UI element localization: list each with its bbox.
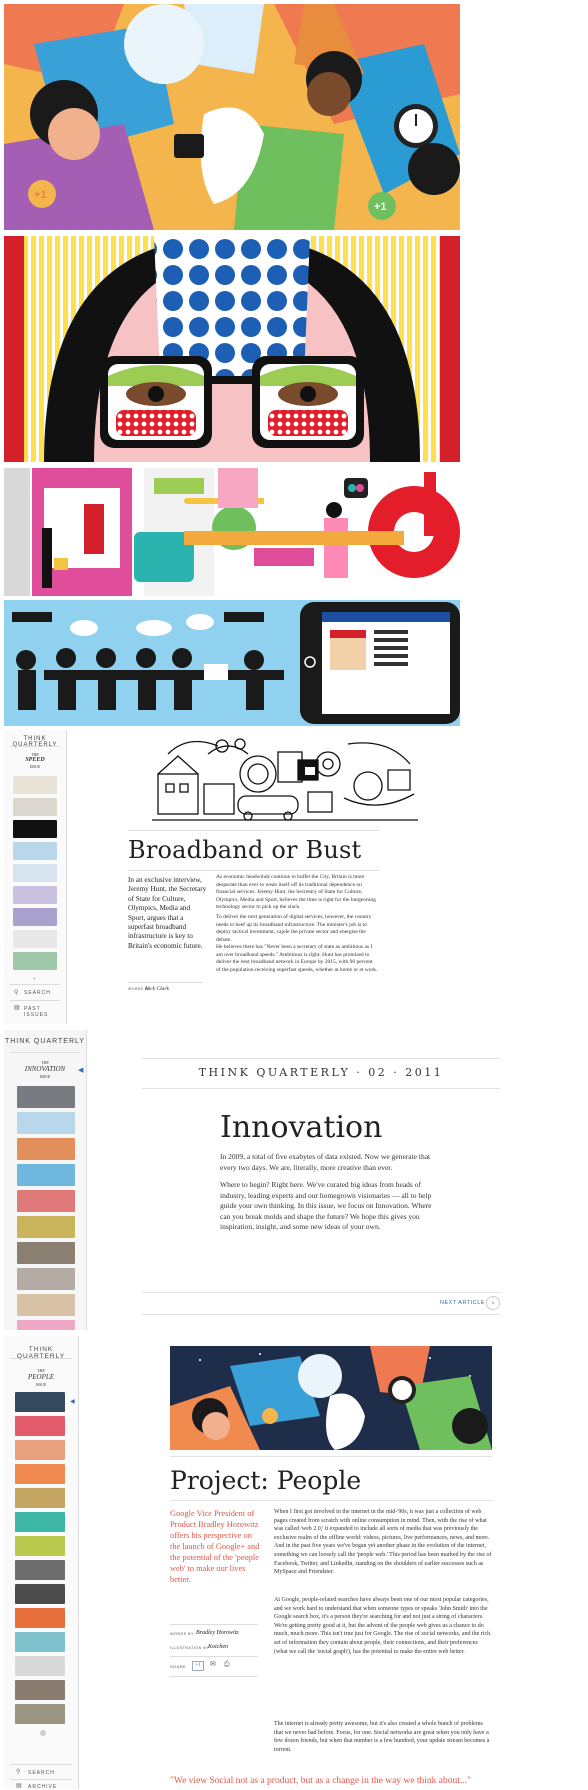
- issue-thumbnail[interactable]: [17, 1112, 75, 1134]
- article-paragraph: He believes there has "Never been a secr…: [216, 944, 378, 973]
- article-paragraph: When I first got involved in the interne…: [274, 1509, 492, 1576]
- issue-logo-word: ISSUE: [39, 1074, 51, 1079]
- issue-masthead: THINK QUARTERLY · 02 · 2011: [198, 1066, 444, 1079]
- issue-thumbnail[interactable]: [15, 1536, 65, 1556]
- article-broadband: Broadband or Bust In an exclusive interv…: [66, 730, 460, 1024]
- scroll-indicator[interactable]: [40, 1730, 46, 1736]
- issue-thumbnail[interactable]: [15, 1440, 65, 1460]
- issue-thumbnail[interactable]: [17, 1242, 75, 1264]
- search-icon: ⚲: [16, 1769, 21, 1775]
- article-title: Broadband or Bust: [128, 836, 362, 864]
- sidebar-innovation-issue: THINK QUARTERLY THE INNOVATION ISSUE ◀: [4, 1030, 87, 1330]
- next-article-link[interactable]: NEXT ARTICLE: [440, 1300, 485, 1306]
- article-innovation: THINK QUARTERLY · 02 · 2011 Innovation I…: [86, 1030, 500, 1330]
- article-hero-illustration: [170, 1346, 492, 1450]
- illustration-by-name[interactable]: Koichen: [208, 1644, 228, 1650]
- chevron-right-icon[interactable]: ›: [486, 1296, 500, 1310]
- chevron-down-icon[interactable]: ⌄: [32, 974, 37, 981]
- current-issue-marker-icon: ◀: [70, 1399, 75, 1405]
- share-label: SHARE: [170, 1664, 187, 1669]
- issue-thumbnail[interactable]: [15, 1464, 65, 1484]
- issue-thumbnail[interactable]: [15, 1584, 65, 1604]
- article-project-people: Project: People Google Vice President of…: [78, 1336, 500, 1789]
- hero-illustration-glasses: [4, 236, 460, 462]
- plus-one-icon[interactable]: +1: [192, 1661, 204, 1671]
- search-icon: ⚲: [14, 990, 19, 996]
- print-icon[interactable]: ⎙: [224, 1660, 230, 1669]
- issue-thumbnail[interactable]: [15, 1680, 65, 1700]
- issue-thumbnail[interactable]: [13, 952, 57, 970]
- issue-logo-name: INNOVATION: [24, 1065, 66, 1073]
- article-paragraph: At Google, people-related searches have …: [274, 1597, 491, 1655]
- issue-thumbnail[interactable]: [15, 1632, 65, 1652]
- issue-thumbnail[interactable]: [13, 776, 57, 794]
- archive-link[interactable]: ARCHIVE: [28, 1784, 57, 1790]
- article-standfirst: In an exclusive interview, Jeremy Hunt, …: [128, 876, 207, 950]
- article-body: Where to begin? Right here. We've curate…: [220, 1180, 432, 1231]
- issue-logo-word: ISSUE: [35, 1382, 47, 1387]
- issue-logo-word: ISSUE: [29, 764, 41, 769]
- svg-text:+1: +1: [374, 201, 387, 213]
- issue-logo-name: SPEED: [25, 757, 45, 763]
- issue-thumbnail[interactable]: [17, 1138, 75, 1160]
- article-title: Innovation: [220, 1110, 383, 1145]
- article-standfirst: Google Vice President of Product Bradley…: [170, 1509, 260, 1584]
- line-art-illustration: [148, 734, 422, 826]
- byline-name[interactable]: Nick Clark: [145, 986, 169, 992]
- issue-thumbnail[interactable]: [13, 798, 57, 816]
- hero-illustration-shopping: [4, 468, 460, 596]
- issue-thumbnail[interactable]: [17, 1294, 75, 1316]
- article-paragraph: As economic headwinds continue to buffet…: [216, 874, 376, 910]
- brand-title[interactable]: THINK QUARTERLY: [4, 1336, 78, 1360]
- brand-title[interactable]: THINK QUARTERLY: [4, 1030, 86, 1045]
- issue-thumbnail[interactable]: [13, 886, 57, 904]
- issue-thumbnail[interactable]: [17, 1320, 75, 1330]
- pull-quote: "We view Social not as a product, but as…: [170, 1776, 471, 1786]
- article-title: Project: People: [170, 1466, 362, 1495]
- archive-icon: ▤: [16, 1783, 22, 1789]
- current-issue-marker-icon: ◀: [78, 1066, 84, 1074]
- issue-thumbnail[interactable]: [15, 1704, 65, 1724]
- hero-illustration-office: [4, 600, 460, 726]
- email-icon[interactable]: ✉: [210, 1660, 216, 1668]
- sidebar-speed-issue: THINK QUARTERLY THE SPEED ISSUE ⌄ ⚲ SEAR…: [4, 730, 67, 1024]
- issue-thumbnail[interactable]: [13, 908, 57, 926]
- issue-logo-name: PEOPLE: [27, 1373, 55, 1381]
- words-by-name[interactable]: Bradley Horowitz: [196, 1630, 239, 1636]
- hero-illustration-people: +1 +1: [4, 4, 460, 230]
- article-paragraph: The internet is already pretty awesome, …: [274, 1721, 490, 1753]
- issue-thumbnail[interactable]: [13, 842, 57, 860]
- article-intro: In 2009, a total of five exabytes of dat…: [220, 1152, 431, 1172]
- issue-thumbnail[interactable]: [13, 864, 57, 882]
- search-link[interactable]: SEARCH: [24, 990, 51, 996]
- issue-thumbnail[interactable]: [15, 1512, 65, 1532]
- issue-thumbnail[interactable]: [15, 1656, 65, 1676]
- issue-thumbnail[interactable]: [15, 1416, 65, 1436]
- illustration-label: ILLUSTRATION BY: [170, 1646, 210, 1650]
- issue-thumbnail[interactable]: [15, 1392, 65, 1412]
- words-label: WORDS BY: [170, 1632, 194, 1636]
- issue-thumbnail[interactable]: [15, 1488, 65, 1508]
- svg-text:+1: +1: [34, 189, 47, 201]
- issue-thumbnail[interactable]: [15, 1560, 65, 1580]
- issue-thumbnail[interactable]: [13, 820, 57, 838]
- issue-thumbnail[interactable]: [15, 1608, 65, 1628]
- issue-thumbnail[interactable]: [17, 1190, 75, 1212]
- search-link[interactable]: SEARCH: [28, 1770, 55, 1776]
- sidebar-people-issue: THINK QUARTERLY THE PEOPLE ISSUE ◀ ⚲ SEA…: [4, 1336, 79, 1790]
- issue-thumbnail[interactable]: [13, 930, 57, 948]
- issue-thumbnail[interactable]: [17, 1164, 75, 1186]
- past-issues-link[interactable]: PAST ISSUES: [24, 1006, 66, 1018]
- archive-icon: ▤: [14, 1005, 20, 1011]
- issue-thumbnail[interactable]: [17, 1268, 75, 1290]
- issue-thumbnail[interactable]: [17, 1086, 75, 1108]
- article-paragraph: To deliver the next generation of digita…: [216, 914, 372, 943]
- issue-thumbnail[interactable]: [17, 1216, 75, 1238]
